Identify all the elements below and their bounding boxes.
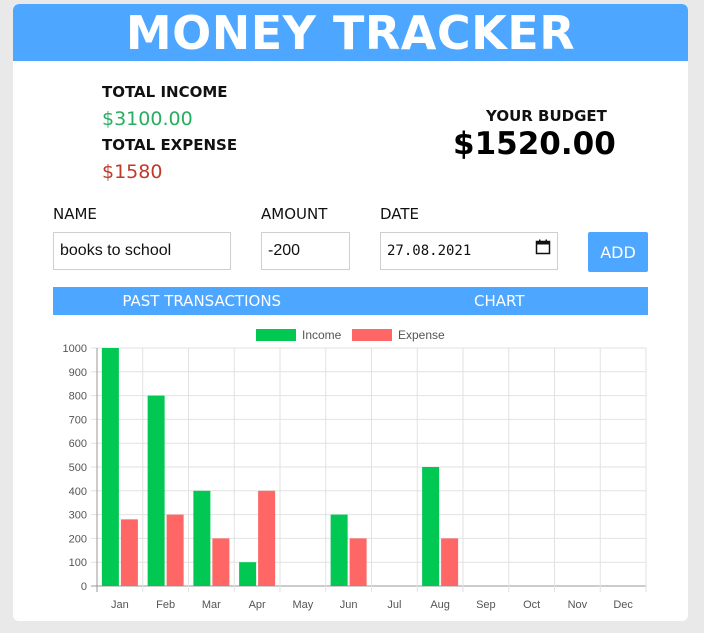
budget-label: YOUR BUDGET bbox=[486, 107, 607, 125]
app-header: MONEY TRACKER bbox=[13, 4, 688, 61]
bar-income bbox=[147, 395, 165, 586]
x-tick-label: Nov bbox=[568, 599, 588, 611]
x-tick-label: Apr bbox=[249, 599, 266, 611]
date-value: 27.08.2021 bbox=[387, 243, 472, 259]
y-tick-label: 1000 bbox=[63, 343, 87, 355]
bar-income bbox=[101, 348, 119, 586]
x-tick-label: Jul bbox=[387, 599, 401, 611]
calendar-icon[interactable] bbox=[535, 233, 551, 269]
y-tick-label: 500 bbox=[69, 462, 87, 474]
bar-income bbox=[193, 490, 211, 586]
bar-income bbox=[239, 562, 257, 586]
x-tick-label: Feb bbox=[156, 599, 175, 611]
add-button[interactable]: ADD bbox=[588, 232, 648, 272]
name-label: NAME bbox=[53, 205, 97, 223]
date-label: DATE bbox=[380, 205, 420, 223]
y-tick-label: 300 bbox=[69, 510, 87, 522]
total-income-value: $3100.00 bbox=[102, 108, 193, 130]
x-tick-label: Dec bbox=[613, 599, 633, 611]
tab-past-transactions[interactable]: PAST TRANSACTIONS bbox=[53, 287, 351, 315]
legend-swatch-income bbox=[256, 329, 296, 341]
y-tick-label: 800 bbox=[69, 391, 87, 403]
tab-bar: PAST TRANSACTIONS CHART bbox=[53, 287, 648, 315]
y-tick-label: 900 bbox=[69, 367, 87, 379]
bar-income bbox=[422, 467, 440, 586]
legend-label-expense: Expense bbox=[398, 328, 445, 342]
budget-value: $1520.00 bbox=[453, 126, 616, 162]
bar-expense bbox=[258, 490, 276, 586]
y-tick-label: 0 bbox=[81, 581, 87, 593]
bar-expense bbox=[166, 514, 184, 586]
bar-expense bbox=[120, 519, 138, 586]
total-income-label: TOTAL INCOME bbox=[102, 83, 228, 101]
x-tick-label: Jan bbox=[111, 599, 129, 611]
y-tick-label: 100 bbox=[69, 557, 87, 569]
bar-expense bbox=[349, 538, 367, 586]
monthly-bar-chart: 0 100 200 300 400 500 600 700 800 900 1000 Jan Feb Ma… bbox=[63, 328, 647, 611]
tracker-card: MONEY TRACKER TOTAL INCOME $3100.00 TOTA… bbox=[13, 4, 688, 621]
amount-label: AMOUNT bbox=[261, 205, 328, 223]
y-tick-label: 400 bbox=[69, 486, 87, 498]
bar-expense bbox=[441, 538, 459, 586]
tab-chart[interactable]: CHART bbox=[351, 287, 649, 315]
amount-input[interactable]: -200 bbox=[261, 232, 350, 270]
app-title: MONEY TRACKER bbox=[125, 5, 576, 60]
bar-expense bbox=[212, 538, 230, 586]
x-tick-label: Sep bbox=[476, 599, 496, 611]
name-input[interactable]: books to school bbox=[53, 232, 231, 270]
total-expense-value: $1580 bbox=[102, 161, 163, 183]
x-tick-label: May bbox=[292, 599, 313, 611]
x-tick-label: Mar bbox=[202, 599, 221, 611]
legend-label-income: Income bbox=[302, 328, 342, 342]
x-tick-label: Oct bbox=[523, 599, 540, 611]
x-tick-label: Jun bbox=[340, 599, 358, 611]
total-expense-label: TOTAL EXPENSE bbox=[102, 136, 238, 154]
y-tick-label: 200 bbox=[69, 533, 87, 545]
x-tick-label: Aug bbox=[430, 599, 450, 611]
y-tick-label: 600 bbox=[69, 438, 87, 450]
y-tick-label: 700 bbox=[69, 414, 87, 426]
date-input[interactable]: 27.08.2021 bbox=[380, 232, 558, 270]
bar-income bbox=[330, 514, 348, 586]
legend-swatch-expense bbox=[352, 329, 392, 341]
